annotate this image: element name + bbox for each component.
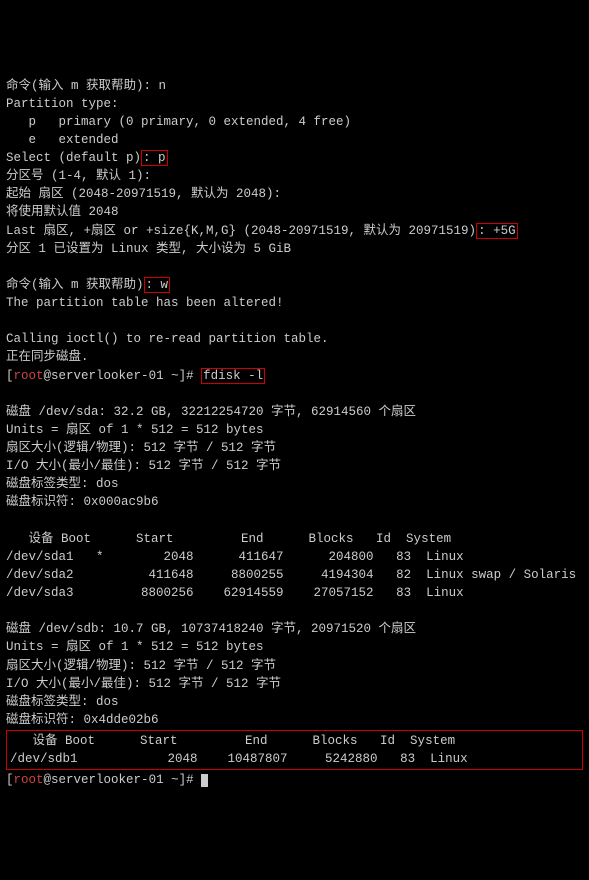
text-line: Units = 扇区 of 1 * 512 = 512 bytes	[6, 423, 264, 437]
text-line: I/O 大小(最小/最佳): 512 字节 / 512 字节	[6, 459, 281, 473]
cmd-prompt-line: 命令(输入 m 获取帮助): n	[6, 79, 166, 93]
text-line: Partition type:	[6, 97, 119, 111]
disk-sdb-header: 磁盘 /dev/sdb: 10.7 GB, 10737418240 字节, 20…	[6, 622, 416, 636]
text-line: e extended	[6, 133, 119, 147]
highlight-input-p: : p	[141, 150, 168, 166]
disk-sda-header: 磁盘 /dev/sda: 32.2 GB, 32212254720 字节, 62…	[6, 405, 416, 419]
text-line: 磁盘标签类型: dos	[6, 477, 119, 491]
partition-row-sda1: /dev/sda1 * 2048 411647 204800 83 Linux	[6, 550, 464, 564]
text-line: 分区号 (1-4, 默认 1):	[6, 169, 151, 183]
partition-row-sda3: /dev/sda3 8800256 62914559 27057152 83 L…	[6, 586, 464, 600]
text-line: 扇区大小(逻辑/物理): 512 字节 / 512 字节	[6, 441, 276, 455]
text-line: 磁盘标识符: 0x4dde02b6	[6, 713, 159, 727]
text-line: p primary (0 primary, 0 extended, 4 free…	[6, 115, 351, 129]
highlight-sdb-partition-block: 设备 Boot Start End Blocks Id System /dev/…	[6, 730, 583, 770]
shell-prompt[interactable]: [root@serverlooker-01 ~]# fdisk -l	[6, 368, 265, 384]
text-line: 将使用默认值 2048	[6, 205, 119, 219]
text-line: 磁盘标签类型: dos	[6, 695, 119, 709]
text-line: 磁盘标识符: 0x000ac9b6	[6, 495, 159, 509]
text-line: Calling ioctl() to re-read partition tab…	[6, 332, 329, 346]
terminal-output: 命令(输入 m 获取帮助): n Partition type: p prima…	[6, 77, 583, 790]
text-line: I/O 大小(最小/最佳): 512 字节 / 512 字节	[6, 677, 281, 691]
partition-row-sdb1: /dev/sdb1 2048 10487807 5242880 83 Linux	[10, 752, 468, 766]
highlight-input-w: : w	[144, 277, 171, 293]
text-line: 扇区大小(逻辑/物理): 512 字节 / 512 字节	[6, 659, 276, 673]
cmd-prompt-line: 命令(输入 m 获取帮助): w	[6, 277, 170, 293]
partition-row-sda2: /dev/sda2 411648 8800255 4194304 82 Linu…	[6, 568, 576, 582]
select-line: Select (default p): p	[6, 150, 168, 166]
highlight-cmd-fdisk: fdisk -l	[201, 368, 265, 384]
highlight-input-size: : +5G	[476, 223, 518, 239]
partition-table-header: 设备 Boot Start End Blocks Id System	[6, 532, 451, 546]
text-line: The partition table has been altered!	[6, 296, 284, 310]
last-sector-line: Last 扇区, +扇区 or +size{K,M,G} (2048-20971…	[6, 223, 518, 239]
text-line: 起始 扇区 (2048-20971519, 默认为 2048):	[6, 187, 281, 201]
text-line: 正在同步磁盘.	[6, 350, 89, 364]
shell-prompt[interactable]: [root@serverlooker-01 ~]#	[6, 773, 208, 787]
text-line: 分区 1 已设置为 Linux 类型, 大小设为 5 GiB	[6, 242, 291, 256]
partition-table-header: 设备 Boot Start End Blocks Id System	[10, 734, 455, 748]
cursor-icon	[201, 774, 208, 787]
text-line: Units = 扇区 of 1 * 512 = 512 bytes	[6, 640, 264, 654]
